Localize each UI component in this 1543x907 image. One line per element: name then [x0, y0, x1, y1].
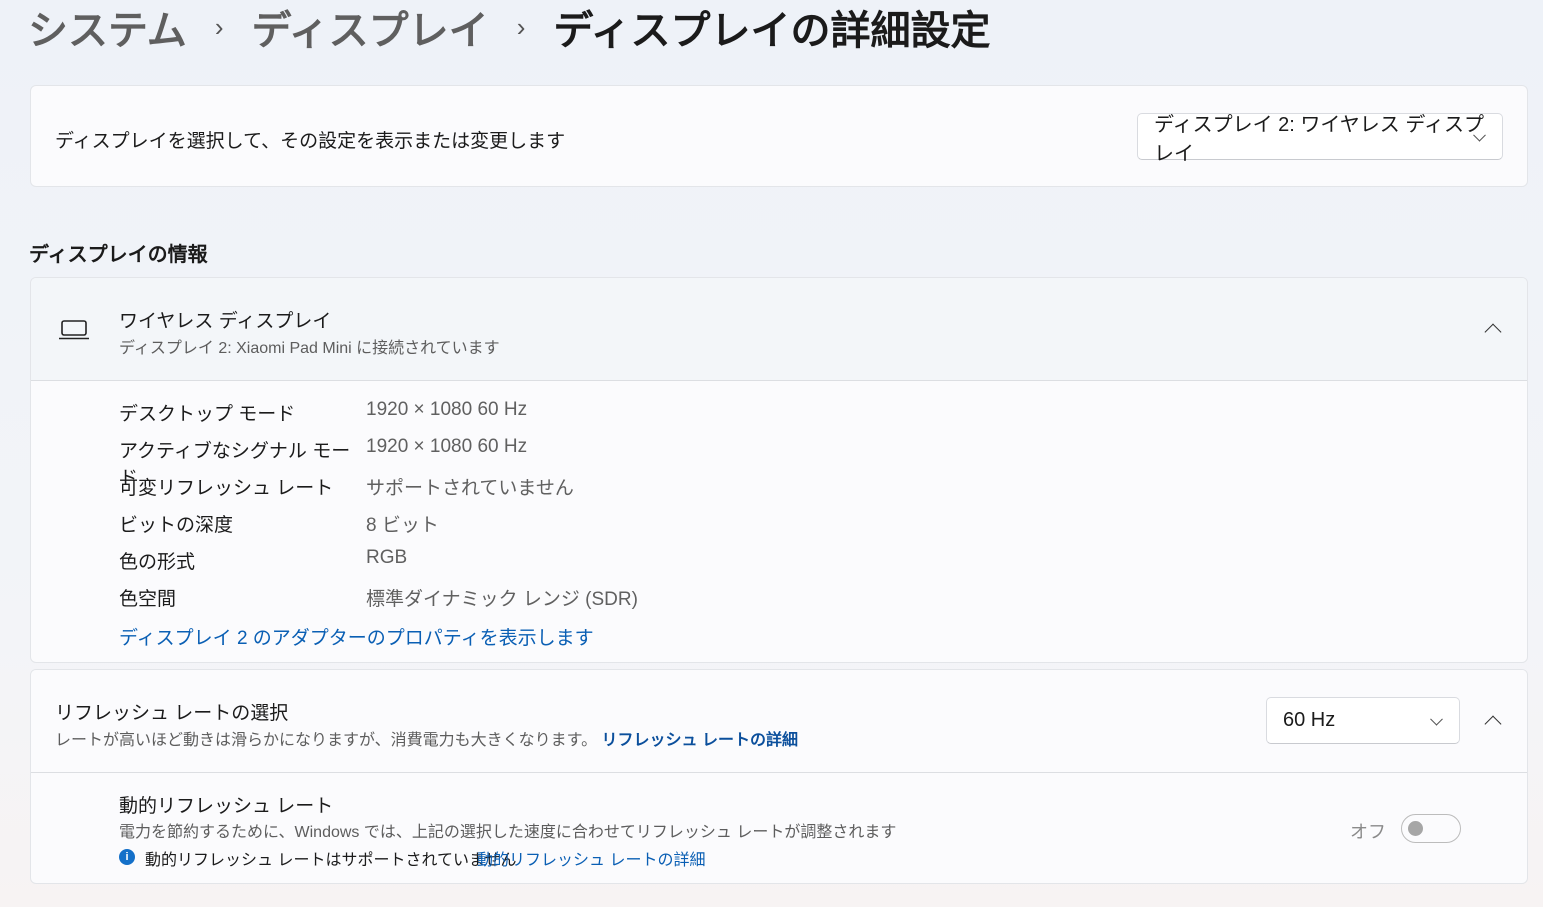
display-select-value: ディスプレイ 2: ワイヤレス ディスプレイ: [1154, 113, 1484, 165]
refresh-rate-title: リフレッシュ レートの選択: [55, 703, 289, 724]
display-select-dropdown[interactable]: ディスプレイ 2: ワイヤレス ディスプレイ: [1137, 113, 1503, 165]
info-row: 色の形式 RGB: [119, 547, 408, 573]
chevron-down-icon: [1430, 712, 1443, 726]
info-row: 色空間 標準ダイナミック レンジ (SDR): [119, 589, 638, 610]
dynamic-refresh-toggle[interactable]: [1401, 814, 1461, 843]
refresh-rate-dropdown[interactable]: 60 Hz: [1266, 697, 1460, 744]
adapter-properties-link[interactable]: ディスプレイ 2 のアダプターのプロパティを表示します: [119, 623, 594, 650]
refresh-rate-details-link[interactable]: リフレッシュ レートの詳細: [602, 732, 798, 749]
page-title: ディスプレイの詳細設定: [553, 9, 991, 53]
info-row: ビットの深度 8 ビット: [119, 515, 439, 536]
display-info-card: ワイヤレス ディスプレイ ディスプレイ 2: Xiaomi Pad Mini に…: [30, 277, 1528, 663]
breadcrumb-separator: ›: [214, 11, 224, 42]
select-display-card: ディスプレイを選択して、その設定を表示または変更します ディスプレイ 2: ワイ…: [30, 85, 1528, 187]
dynamic-refresh-desc: 電力を節約するために、Windows では、上記の選択した速度に合わせてリフレッ…: [119, 824, 897, 841]
dynamic-refresh-title: 動的リフレッシュ レート: [119, 796, 334, 817]
info-icon: i: [119, 849, 135, 865]
refresh-rate-card: リフレッシュ レートの選択 レートが高いほど動きは滑らかになりますが、消費電力も…: [30, 669, 1528, 884]
display-connection: ディスプレイ 2: Xiaomi Pad Mini に接続されています: [119, 340, 500, 357]
laptop-icon: [59, 320, 89, 340]
display-name: ワイヤレス ディスプレイ: [119, 311, 332, 332]
breadcrumb-separator: ›: [516, 11, 526, 42]
chevron-up-icon[interactable]: [1484, 715, 1502, 733]
toggle-knob: [1408, 821, 1423, 836]
info-row: デスクトップ モード 1920 × 1080 60 Hz: [119, 399, 528, 425]
dynamic-refresh-unsupported: 動的リフレッシュ レートはサポートされていません: [145, 852, 517, 869]
refresh-rate-value: 60 Hz: [1283, 709, 1336, 731]
refresh-rate-header: リフレッシュ レートの選択 レートが高いほど動きは滑らかになりますが、消費電力も…: [31, 670, 1527, 773]
chevron-up-icon[interactable]: [1484, 323, 1502, 341]
select-display-label: ディスプレイを選択して、その設定を表示または変更します: [55, 131, 566, 152]
info-row: 可変リフレッシュ レート サポートされていません: [119, 478, 574, 499]
toggle-label: オフ: [1350, 822, 1386, 842]
breadcrumb-system[interactable]: システム: [28, 0, 187, 56]
dynamic-refresh-details-link[interactable]: 動的リフレッシュ レートの詳細: [477, 846, 705, 870]
breadcrumb-display[interactable]: ディスプレイ: [251, 0, 488, 56]
breadcrumb: システム › ディスプレイ › ディスプレイの詳細設定: [28, 2, 991, 53]
refresh-rate-desc: レートが高いほど動きは滑らかになりますが、消費電力も大きくなります。 リフレッシ…: [55, 732, 798, 749]
section-title-display-info: ディスプレイの情報: [29, 244, 208, 266]
display-info-header[interactable]: ワイヤレス ディスプレイ ディスプレイ 2: Xiaomi Pad Mini に…: [31, 278, 1527, 381]
